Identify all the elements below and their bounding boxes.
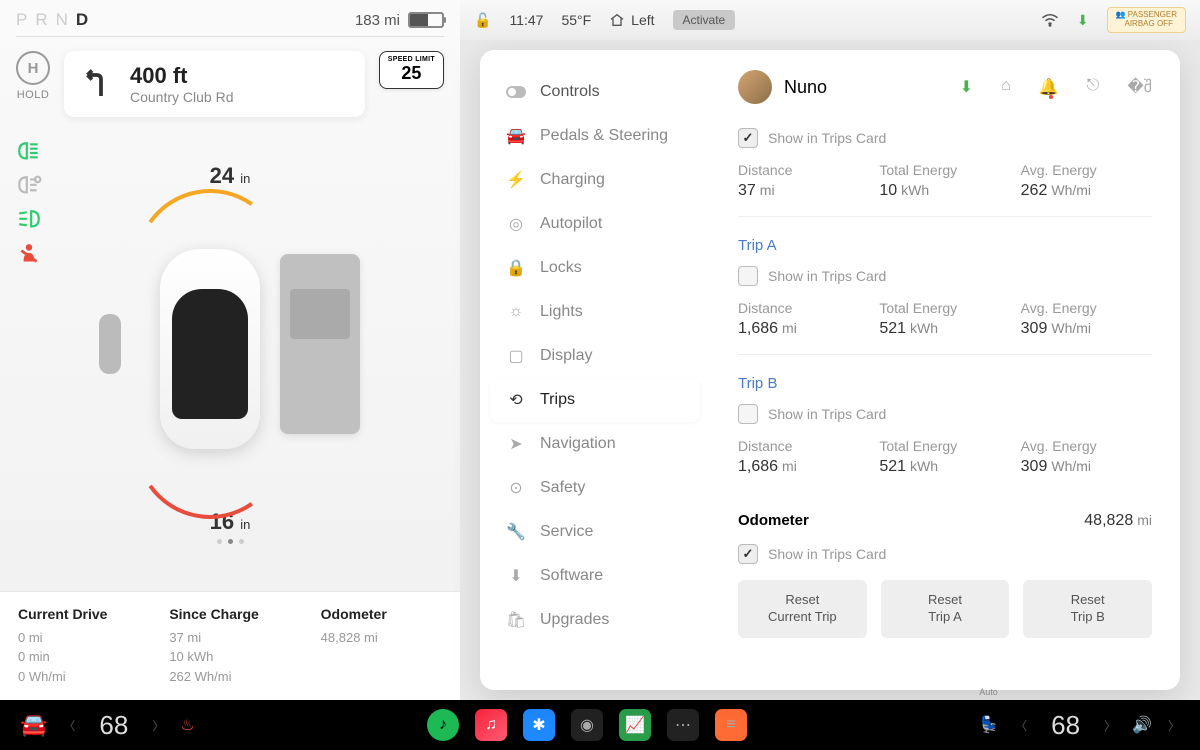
spotify-icon[interactable]: ♪ bbox=[427, 709, 459, 741]
wifi-icon[interactable]: �შ bbox=[1127, 77, 1152, 97]
airbag-warning: 👥 PASSENGER AIRBAG OFF bbox=[1107, 7, 1186, 33]
bulb-icon: ☼ bbox=[506, 302, 526, 322]
ego-vehicle bbox=[160, 249, 260, 449]
sidebar-item-autopilot[interactable]: ◎Autopilot bbox=[490, 202, 700, 246]
speed-limit-sign: SPEED LIMIT 25 bbox=[379, 51, 444, 89]
status-bar: 🔓 11:47 55°F Left Activate ⬇ 👥 PASSENGER… bbox=[460, 0, 1200, 40]
stocks-icon[interactable]: 📈 bbox=[619, 709, 651, 741]
temp-left[interactable]: 68 bbox=[99, 710, 128, 741]
trip-b-title: Trip B bbox=[738, 375, 1152, 392]
lock-icon: 🔒 bbox=[506, 258, 526, 278]
bag-icon: 🛍 bbox=[506, 610, 526, 630]
nav-direction-card[interactable]: 400 ft Country Club Rd bbox=[64, 51, 365, 117]
range-display: 183 mi bbox=[355, 12, 444, 29]
bell-icon[interactable]: 🔔 bbox=[1039, 77, 1059, 97]
download-icon[interactable]: ⬇ bbox=[1077, 12, 1089, 29]
apple-music-icon[interactable]: ♫ bbox=[475, 709, 507, 741]
warning-icon: ⊙ bbox=[506, 478, 526, 498]
temp-down-right[interactable]: 〈 bbox=[1015, 717, 1027, 734]
settings-sidebar: Controls 🚘Pedals & Steering ⚡Charging ◎A… bbox=[480, 50, 710, 690]
bluetooth-icon[interactable]: ⎋ bbox=[1087, 77, 1100, 97]
avatar[interactable] bbox=[738, 70, 772, 104]
trip-a-title: Trip A bbox=[738, 237, 1152, 254]
odometer-label: Odometer bbox=[738, 512, 809, 529]
wifi-icon[interactable] bbox=[1041, 13, 1059, 27]
homelink[interactable]: Left bbox=[609, 12, 654, 28]
battery-icon bbox=[408, 12, 444, 28]
audio-app-icon[interactable]: ≡ bbox=[715, 709, 747, 741]
hold-label: HOLD bbox=[17, 89, 50, 101]
temp-down-left[interactable]: 〈 bbox=[63, 717, 75, 734]
car-icon[interactable]: 🚘 bbox=[20, 712, 47, 738]
outside-temp: 55°F bbox=[561, 12, 591, 28]
volume-icon[interactable]: 🔊 bbox=[1132, 715, 1152, 735]
seat-heat-right-icon[interactable]: Auto💺 bbox=[979, 715, 999, 735]
hold-icon: H bbox=[16, 51, 50, 85]
sidebar-item-upgrades[interactable]: 🛍Upgrades bbox=[490, 598, 700, 642]
sidebar-item-charging[interactable]: ⚡Charging bbox=[490, 158, 700, 202]
nearby-vehicle bbox=[280, 254, 360, 434]
toggle-icon bbox=[506, 82, 526, 102]
garage-icon[interactable]: ⌂ bbox=[1001, 77, 1011, 97]
sidebar-item-software[interactable]: ⬇Software bbox=[490, 554, 700, 598]
activate-button[interactable]: Activate bbox=[673, 10, 736, 30]
sidebar-item-navigation[interactable]: ➤Navigation bbox=[490, 422, 700, 466]
lock-icon[interactable]: 🔓 bbox=[474, 12, 491, 29]
settings-content: Nuno ⬇ ⌂ 🔔 ⎋ �შ Show in Trips Card bbox=[710, 50, 1180, 690]
vehicle-visualization[interactable] bbox=[80, 199, 380, 499]
turn-left-icon bbox=[80, 66, 116, 102]
nav-icon: ➤ bbox=[506, 434, 526, 454]
download-icon: ⬇ bbox=[506, 566, 526, 586]
reset-current-button[interactable]: Reset Current Trip bbox=[738, 580, 867, 638]
car-icon: 🚘 bbox=[506, 126, 526, 146]
wrench-icon: 🔧 bbox=[506, 522, 526, 542]
settings-panel: Controls 🚘Pedals & Steering ⚡Charging ◎A… bbox=[480, 50, 1180, 690]
bluetooth-app-icon[interactable]: ✱ bbox=[523, 709, 555, 741]
sidebar-item-pedals[interactable]: 🚘Pedals & Steering bbox=[490, 114, 700, 158]
reset-trip-a-button[interactable]: Reset Trip A bbox=[881, 580, 1010, 638]
proximity-front: 24 in bbox=[210, 163, 251, 189]
temp-right[interactable]: 68 bbox=[1051, 710, 1080, 741]
temp-up-right[interactable]: 〉 bbox=[1104, 717, 1116, 734]
more-apps-icon[interactable]: ⋯ bbox=[667, 709, 699, 741]
download-icon[interactable]: ⬇ bbox=[960, 77, 973, 97]
show-trips-checkbox[interactable] bbox=[738, 128, 758, 148]
route-icon: ⟲ bbox=[506, 390, 526, 410]
bottom-dock: 🚘 〈 68 〉 ♨ ♪ ♫ ✱ ◉ 📈 ⋯ ≡ Auto💺 〈 68 〉 🔊 … bbox=[0, 700, 1200, 750]
gear-selector: PRND bbox=[16, 10, 96, 30]
sidebar-item-lights[interactable]: ☼Lights bbox=[490, 290, 700, 334]
sidebar-item-safety[interactable]: ⊙Safety bbox=[490, 466, 700, 510]
sidebar-item-display[interactable]: ▢Display bbox=[490, 334, 700, 378]
nearby-motorcycle bbox=[90, 299, 130, 389]
instrument-cluster: PRND 183 mi H HOLD 400 ft Country Club R… bbox=[0, 0, 460, 700]
sidebar-item-service[interactable]: 🔧Service bbox=[490, 510, 700, 554]
volume-up[interactable]: 〉 bbox=[1168, 717, 1180, 734]
reset-trip-b-button[interactable]: Reset Trip B bbox=[1023, 580, 1152, 638]
sidebar-item-controls[interactable]: Controls bbox=[490, 70, 700, 114]
wheel-icon: ◎ bbox=[506, 214, 526, 234]
show-trips-checkbox[interactable] bbox=[738, 544, 758, 564]
show-trips-checkbox[interactable] bbox=[738, 266, 758, 286]
seat-heat-left-icon[interactable]: ♨ bbox=[180, 715, 194, 735]
sidebar-item-locks[interactable]: 🔒Locks bbox=[490, 246, 700, 290]
display-icon: ▢ bbox=[506, 346, 526, 366]
temp-up-left[interactable]: 〉 bbox=[152, 717, 164, 734]
trip-stats-card[interactable]: Current Drive 0 mi 0 min 0 Wh/mi Since C… bbox=[0, 591, 460, 701]
bolt-icon: ⚡ bbox=[506, 170, 526, 190]
page-indicator[interactable] bbox=[217, 539, 244, 544]
show-trips-checkbox[interactable] bbox=[738, 404, 758, 424]
dashcam-icon[interactable]: ◉ bbox=[571, 709, 603, 741]
sidebar-item-trips[interactable]: ⟲Trips bbox=[490, 378, 700, 422]
clock: 11:47 bbox=[509, 12, 543, 28]
user-name[interactable]: Nuno bbox=[784, 77, 948, 98]
